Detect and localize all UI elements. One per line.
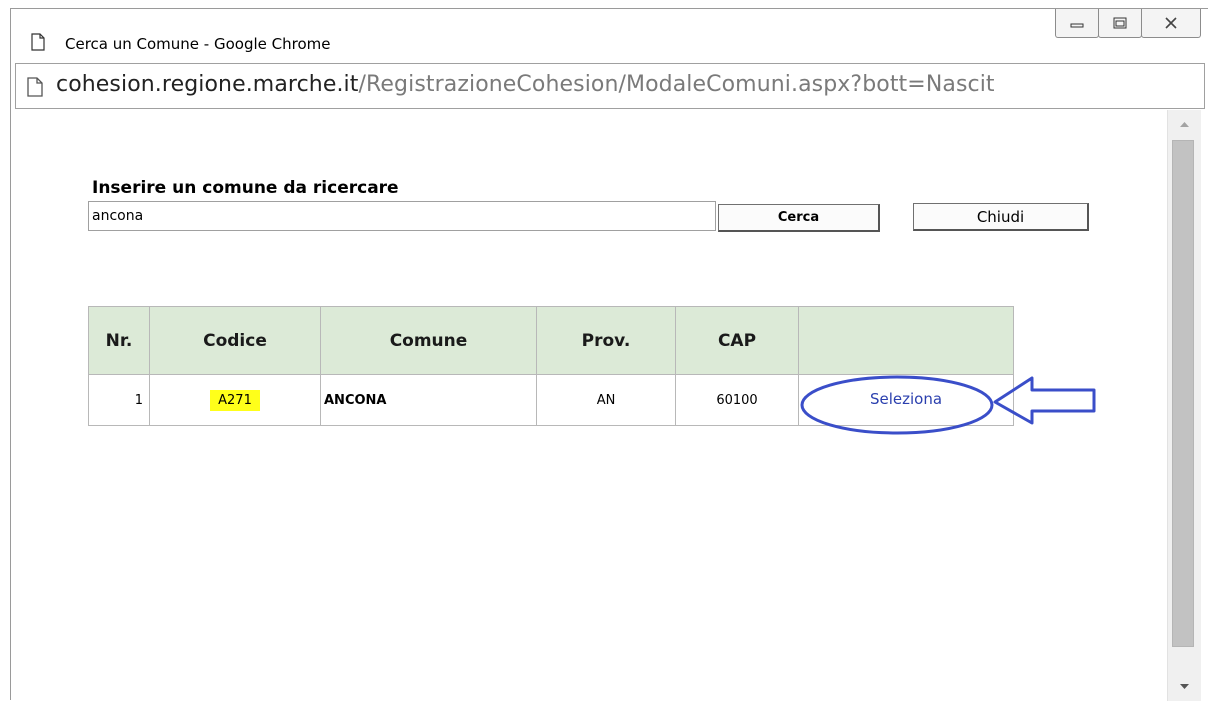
header-comune: Comune bbox=[320, 306, 537, 375]
search-button[interactable]: Cerca bbox=[718, 204, 880, 232]
table-header-row: Nr. Codice Comune Prov. CAP bbox=[88, 306, 1014, 375]
scroll-up-icon[interactable] bbox=[1168, 110, 1201, 140]
maximize-button[interactable] bbox=[1098, 9, 1142, 38]
select-link[interactable]: Seleziona bbox=[870, 390, 942, 408]
browser-popup-window: Cerca un Comune - Google Chrome cohesion… bbox=[10, 8, 1208, 701]
cell-prov: AN bbox=[536, 374, 676, 426]
title-bar[interactable]: Cerca un Comune - Google Chrome bbox=[11, 9, 1208, 62]
close-window-button[interactable] bbox=[1141, 9, 1201, 38]
page-content: Inserire un comune da ricercare Cerca Ch… bbox=[12, 110, 1167, 701]
minimize-icon bbox=[1070, 23, 1084, 28]
search-label: Inserire un comune da ricercare bbox=[92, 178, 399, 198]
minimize-button[interactable] bbox=[1055, 9, 1099, 38]
page-icon bbox=[27, 77, 43, 97]
close-icon bbox=[1165, 17, 1177, 29]
window-title: Cerca un Comune - Google Chrome bbox=[65, 35, 331, 53]
window-controls bbox=[1055, 9, 1201, 42]
url-path: /RegistrazioneCohesion/ModaleComuni.aspx… bbox=[358, 72, 995, 97]
vertical-scrollbar[interactable] bbox=[1167, 110, 1201, 701]
scroll-down-icon[interactable] bbox=[1168, 671, 1201, 701]
header-cap: CAP bbox=[675, 306, 799, 375]
results-table: Nr. Codice Comune Prov. CAP 1 A271 ANCON… bbox=[88, 306, 1014, 426]
header-codice: Codice bbox=[149, 306, 321, 375]
cell-cap: 60100 bbox=[675, 374, 799, 426]
header-prov: Prov. bbox=[536, 306, 676, 375]
cell-nr: 1 bbox=[88, 374, 150, 426]
cell-comune: ANCONA bbox=[320, 374, 537, 426]
table-row: 1 A271 ANCONA AN 60100 Seleziona bbox=[88, 374, 1014, 426]
cell-action: Seleziona bbox=[798, 374, 1014, 426]
close-button[interactable]: Chiudi bbox=[913, 203, 1089, 231]
url-text[interactable]: cohesion.regione.marche.it/Registrazione… bbox=[56, 72, 995, 97]
search-input[interactable] bbox=[88, 201, 716, 231]
scroll-thumb[interactable] bbox=[1172, 140, 1194, 647]
header-nr: Nr. bbox=[88, 306, 150, 375]
page-icon bbox=[31, 33, 45, 51]
address-bar[interactable]: cohesion.regione.marche.it/Registrazione… bbox=[15, 63, 1205, 109]
maximize-icon bbox=[1113, 17, 1127, 29]
cell-codice: A271 bbox=[149, 374, 321, 426]
header-action bbox=[798, 306, 1014, 375]
url-host: cohesion.regione.marche.it bbox=[56, 72, 359, 97]
highlighted-code: A271 bbox=[210, 389, 260, 411]
